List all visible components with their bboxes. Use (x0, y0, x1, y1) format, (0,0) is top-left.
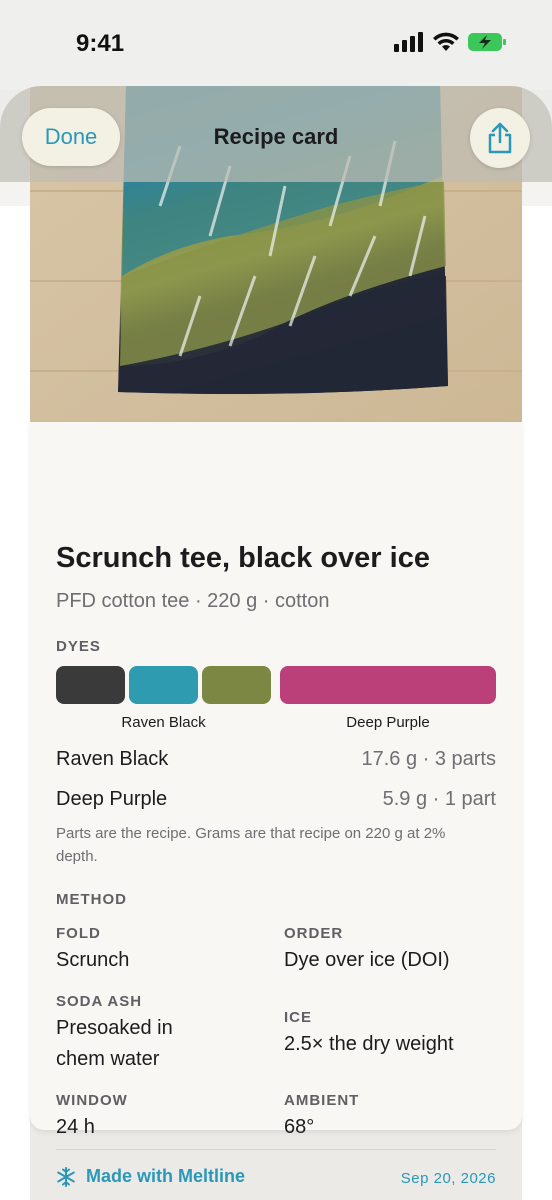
snowflake-icon (57, 1166, 75, 1187)
swatch-caption: Deep Purple (346, 714, 430, 731)
dyes-section-label: DYES (56, 638, 101, 655)
made-with-meltline-link[interactable]: Made with Meltline (56, 1166, 245, 1187)
recipe-title: Scrunch tee, black over ice (56, 542, 430, 574)
recipe-subtitle: PFD cotton tee · 220 g · cotton (56, 590, 330, 612)
sheet-edge (522, 206, 552, 1200)
dye-row-amount: 5.9 g · 1 part (382, 788, 496, 810)
method-soda-ash-label: SODA ASH (56, 993, 143, 1010)
method-order-value: Dye over ice (DOI) (284, 949, 450, 971)
method-window-label: WINDOW (56, 1092, 128, 1109)
dye-swatch-raven-black-2 (129, 666, 198, 704)
dye-row-name: Deep Purple (56, 788, 168, 810)
wifi-icon (433, 32, 459, 51)
dye-note: Parts are the recipe. Grams are that rec… (56, 825, 446, 865)
share-button[interactable] (470, 108, 530, 168)
done-button[interactable]: Done (22, 108, 120, 166)
recipe-sheet: Recipe card Done Scrunch tee, black over… (0, 86, 552, 1200)
method-ambient-label: AMBIENT (284, 1092, 360, 1109)
status-icons (394, 32, 508, 52)
dye-swatch-raven-black-3 (202, 666, 271, 704)
recipe-card: Scrunch tee, black over ice PFD cotton t… (30, 422, 522, 1187)
status-time: 9:41 (76, 30, 125, 57)
method-order-label: ORDER (284, 925, 344, 942)
share-icon (488, 122, 512, 154)
method-fold-value: Scrunch (56, 949, 130, 971)
method-ambient-value: 68° (284, 1116, 315, 1138)
method-soda-ash-value: Presoaked in chem water (56, 1017, 173, 1070)
dye-swatch-deep-purple (280, 666, 496, 704)
method-fold-label: FOLD (56, 925, 101, 942)
method-ice-label: ICE (284, 1009, 313, 1026)
footer-date: Sep 20, 2026 (400, 1170, 496, 1187)
method-window-value: 24 h (56, 1116, 95, 1138)
swatch-caption: Raven Black (121, 714, 206, 731)
dye-row-name: Raven Black (56, 748, 169, 770)
status-bar: 9:41 (0, 0, 552, 90)
cellular-signal-icon (394, 32, 423, 52)
dye-row-amount: 17.6 g · 3 parts (361, 748, 496, 770)
footer-brand-label: Made with Meltline (86, 1166, 246, 1186)
method-section-label: METHOD (56, 891, 127, 908)
method-ice-value: 2.5× the dry weight (284, 1033, 454, 1055)
battery-charging-icon (468, 33, 506, 51)
footer-divider (56, 1149, 496, 1150)
dye-swatch-raven-black-1 (56, 666, 125, 704)
sheet-edge (0, 206, 30, 1200)
